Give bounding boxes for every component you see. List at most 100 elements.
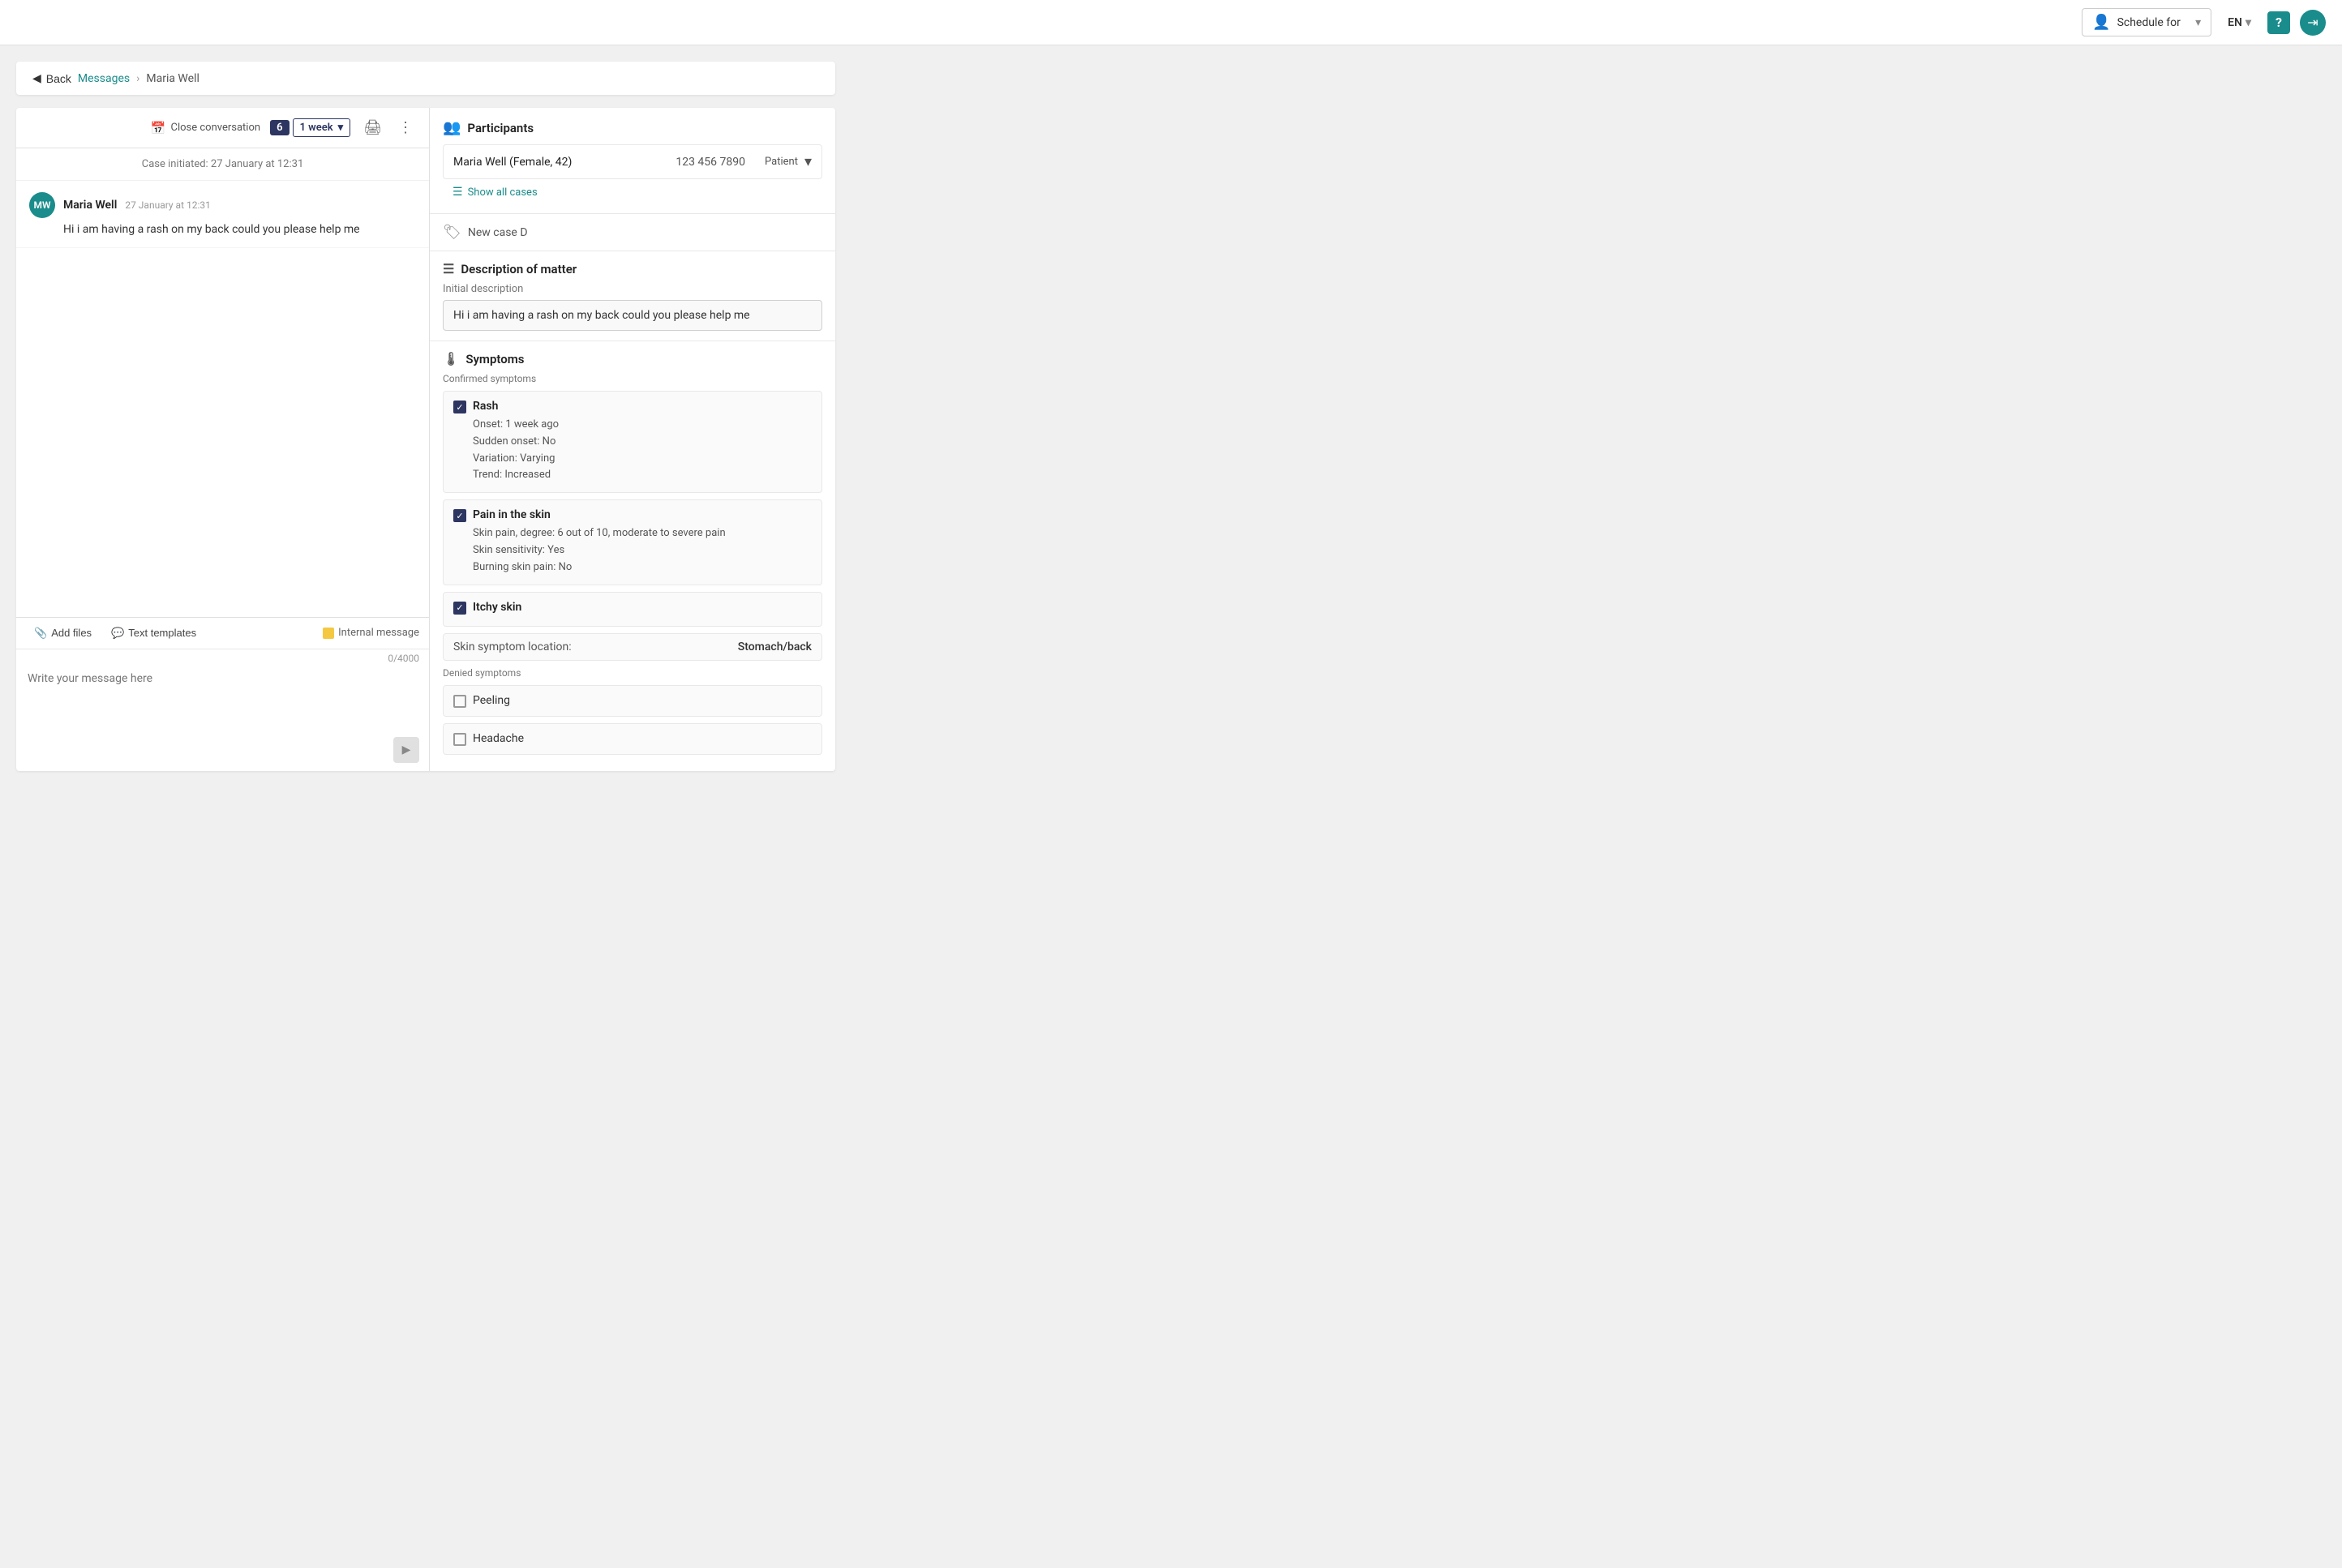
templates-icon: 💬 — [111, 627, 124, 640]
headache-name: Headache — [473, 732, 524, 745]
pain-degree: Skin pain, degree: 6 out of 10, moderate… — [473, 525, 812, 542]
schedule-label: Schedule for — [2117, 16, 2181, 29]
skin-location-label: Skin symptom location: — [453, 640, 572, 653]
send-button-area: ▶ — [16, 732, 429, 771]
help-button[interactable]: ? — [2267, 11, 2290, 34]
participants-icon: 👥 — [443, 119, 461, 136]
confirmed-label: Confirmed symptoms — [443, 373, 822, 384]
add-files-button[interactable]: 📎 Add files — [26, 623, 100, 644]
breadcrumb: ◀ Back Messages › Maria Well — [16, 62, 835, 95]
conversation-toolbar: 📅 Close conversation 6 1 week ▾ 🖨 ⋮ — [16, 108, 429, 148]
symptom-itchy-header: Itchy skin — [453, 601, 812, 615]
headache-checkbox[interactable] — [453, 733, 466, 746]
message-header: MW Maria Well 27 January at 12:31 — [29, 192, 416, 218]
rash-trend: Trend: Increased — [473, 467, 812, 484]
participant-role: Patient — [765, 156, 798, 168]
pain-details: Skin pain, degree: 6 out of 10, moderate… — [453, 525, 812, 576]
description-title: ☰ Description of matter — [443, 261, 822, 276]
messages-link[interactable]: Messages — [78, 72, 130, 85]
participant-name: Maria Well (Female, 42) — [453, 156, 669, 169]
skin-location-value: Stomach/back — [738, 640, 812, 653]
rash-sudden: Sudden onset: No — [473, 434, 812, 451]
user-icon: 👤 — [2092, 14, 2110, 31]
week-label: 1 week — [300, 122, 333, 134]
message-input[interactable] — [16, 664, 429, 729]
week-badge-group: 6 1 week ▾ — [270, 118, 350, 137]
show-all-cases-button[interactable]: ☰ Show all cases — [443, 179, 822, 202]
help-label: ? — [2276, 15, 2282, 30]
chat-area: Case initiated: 27 January at 12:31 MW M… — [16, 148, 429, 617]
message-sender: Maria Well — [63, 199, 117, 212]
itchy-checkbox[interactable] — [453, 602, 466, 615]
symptoms-section: 🌡 Symptoms Confirmed symptoms Rash Onset… — [430, 341, 835, 771]
send-button[interactable]: ▶ — [393, 737, 419, 763]
week-chevron: ▾ — [338, 122, 344, 134]
case-section: 🏷 New case D — [430, 214, 835, 251]
participant-phone: 123 456 7890 — [676, 156, 745, 169]
denied-label: Denied symptoms — [443, 667, 822, 679]
list-icon: ☰ — [453, 186, 463, 199]
pain-name: Pain in the skin — [473, 508, 551, 521]
rash-name: Rash — [473, 400, 498, 413]
send-icon: ▶ — [402, 743, 411, 756]
symptom-rash-header: Rash — [453, 400, 812, 413]
print-button[interactable]: 🖨 — [360, 116, 385, 139]
message-text: Hi i am having a rash on my back could y… — [29, 223, 416, 236]
show-all-cases-label: Show all cases — [468, 186, 538, 199]
pain-sensitivity: Skin sensitivity: Yes — [473, 542, 812, 559]
participant-row: Maria Well (Female, 42) 123 456 7890 Pat… — [443, 144, 822, 179]
message-time: 27 January at 12:31 — [125, 199, 211, 211]
lang-chevron: ▾ — [2245, 16, 2251, 29]
input-toolbar: 📎 Add files 💬 Text templates Internal me… — [16, 618, 429, 649]
schedule-dropdown[interactable]: 👤 Schedule for ▾ — [2082, 8, 2211, 36]
symptom-pain-header: Pain in the skin — [453, 508, 812, 522]
right-panel: 👥 Participants Maria Well (Female, 42) 1… — [430, 108, 835, 771]
rash-checkbox[interactable] — [453, 401, 466, 413]
week-dropdown[interactable]: 1 week ▾ — [293, 118, 351, 137]
rash-onset: Onset: 1 week ago — [473, 417, 812, 434]
symptom-pain: Pain in the skin Skin pain, degree: 6 ou… — [443, 499, 822, 585]
symptom-headache: Headache — [443, 723, 822, 755]
lines-icon: ☰ — [443, 261, 454, 276]
pain-burning: Burning skin pain: No — [473, 559, 812, 576]
back-button[interactable]: ◀ Back — [32, 71, 71, 85]
add-files-label: Add files — [51, 627, 92, 639]
more-options-button[interactable]: ⋮ — [395, 116, 416, 139]
content-area: 📅 Close conversation 6 1 week ▾ 🖨 ⋮ Case… — [16, 108, 835, 771]
pain-checkbox[interactable] — [453, 509, 466, 522]
itchy-name: Itchy skin — [473, 601, 521, 614]
text-templates-label: Text templates — [128, 627, 196, 639]
tag-icon: 🏷 — [443, 224, 461, 241]
close-conversation-button[interactable]: 📅 Close conversation — [151, 121, 260, 135]
paperclip-icon: 📎 — [34, 627, 47, 640]
participants-section: 👥 Participants Maria Well (Female, 42) 1… — [430, 108, 835, 214]
badge-number: 6 — [270, 120, 289, 135]
description-text: Hi i am having a rash on my back could y… — [443, 300, 822, 331]
internal-message-button[interactable]: Internal message — [323, 627, 419, 639]
login-icon: ⇥ — [2307, 15, 2318, 30]
back-arrow-icon: ◀ — [32, 71, 41, 85]
breadcrumb-current: Maria Well — [146, 72, 199, 85]
input-area: 📎 Add files 💬 Text templates Internal me… — [16, 617, 429, 771]
language-button[interactable]: EN ▾ — [2221, 13, 2258, 32]
symptoms-title: 🌡 Symptoms — [443, 351, 822, 366]
text-templates-button[interactable]: 💬 Text templates — [103, 623, 204, 644]
calendar-icon: 📅 — [151, 121, 166, 135]
case-label: New case D — [468, 226, 528, 239]
main-container: ◀ Back Messages › Maria Well 📅 Close con… — [0, 45, 851, 787]
message-item: MW Maria Well 27 January at 12:31 Hi i a… — [16, 181, 429, 248]
left-panel: 📅 Close conversation 6 1 week ▾ 🖨 ⋮ Case… — [16, 108, 430, 771]
avatar: MW — [29, 192, 55, 218]
participants-title: 👥 Participants — [443, 119, 822, 136]
participant-expand-button[interactable]: ▾ — [804, 153, 812, 170]
close-conv-label: Close conversation — [170, 122, 260, 134]
symptom-rash: Rash Onset: 1 week ago Sudden onset: No … — [443, 391, 822, 493]
schedule-chevron: ▾ — [2195, 16, 2201, 29]
peeling-name: Peeling — [473, 694, 510, 707]
symptom-peeling: Peeling — [443, 685, 822, 717]
thermometer-icon: 🌡 — [443, 351, 459, 366]
login-button[interactable]: ⇥ — [2300, 10, 2326, 36]
back-label: Back — [46, 72, 71, 85]
char-count: 0/4000 — [16, 649, 429, 664]
peeling-checkbox[interactable] — [453, 695, 466, 708]
